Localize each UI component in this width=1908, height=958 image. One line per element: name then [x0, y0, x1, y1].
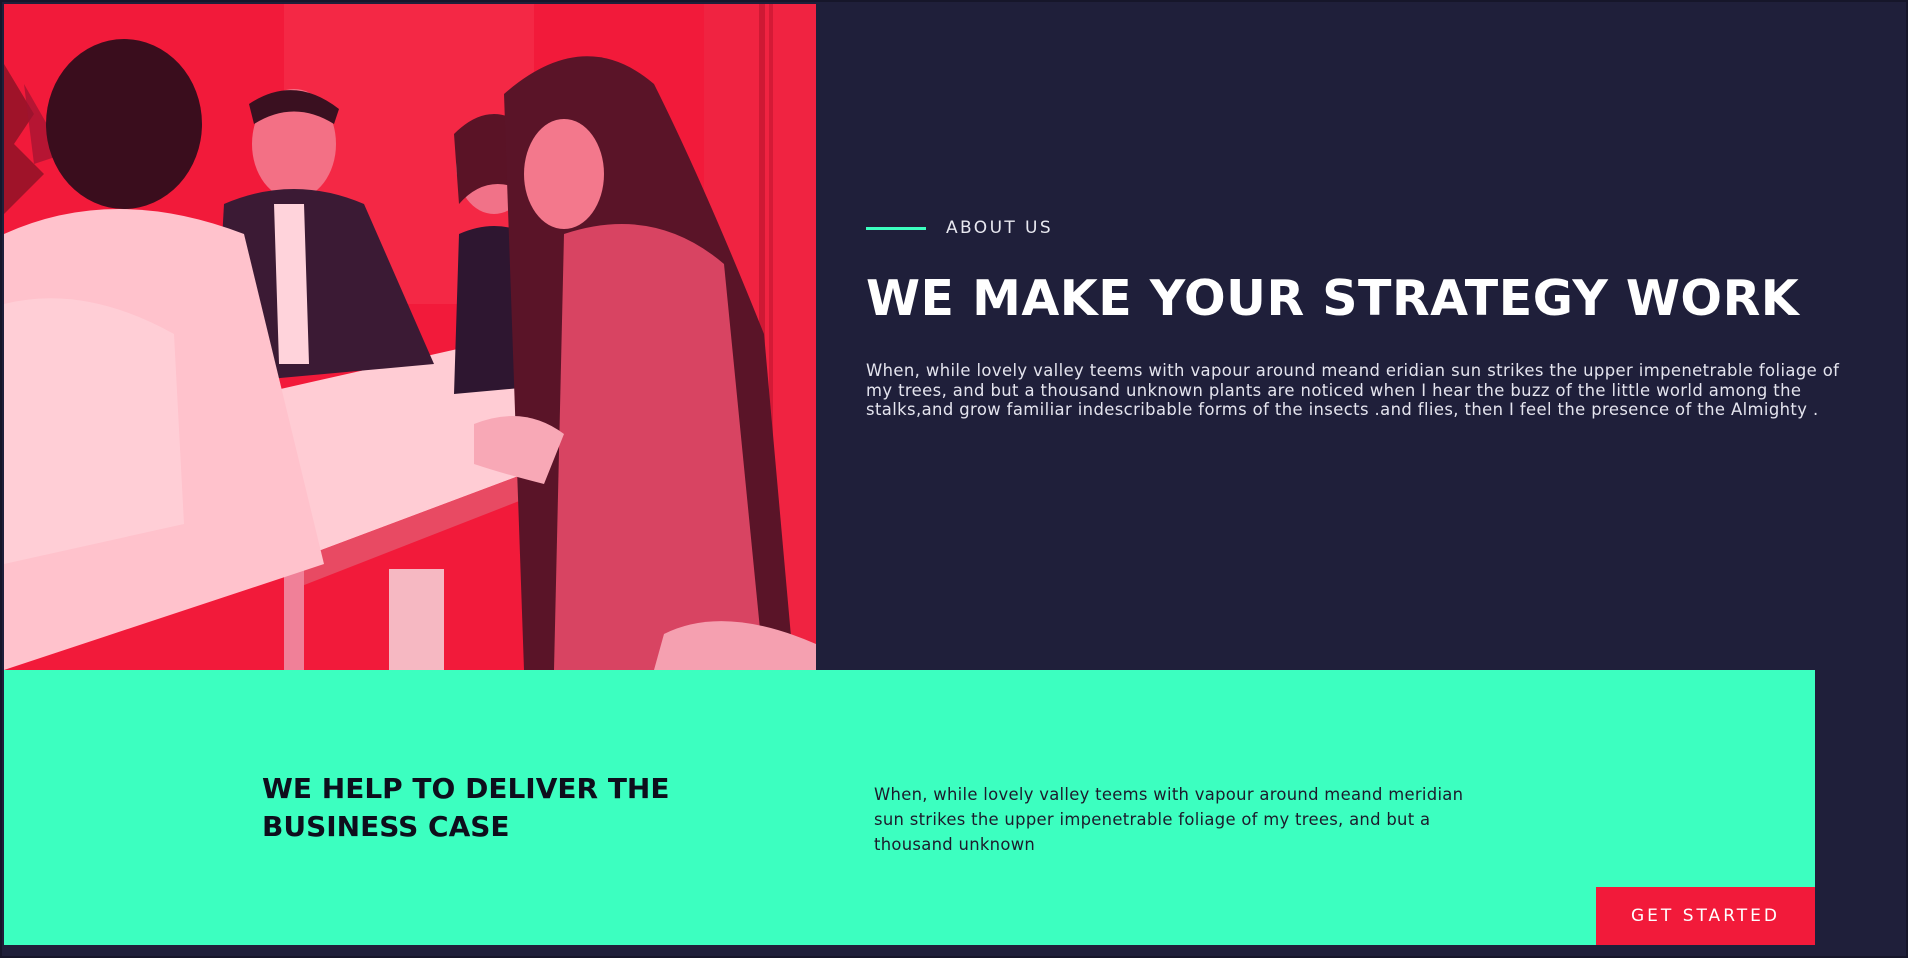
cta-band: WE HELP TO DELIVER THE BUSINESS CASE Whe…	[4, 670, 1815, 945]
cta-title: WE HELP TO DELIVER THE BUSINESS CASE	[262, 772, 670, 843]
about-accent-line	[866, 227, 926, 230]
section-label: ABOUT US	[946, 218, 1054, 238]
team-meeting-illustration	[4, 4, 816, 670]
about-description: When, while lovely valley teems with vap…	[866, 361, 1840, 419]
about-section-page: ABOUT US WE MAKE YOUR STRATEGY WORK When…	[0, 0, 1908, 958]
hero-team-image	[4, 4, 816, 670]
page-headline: WE MAKE YOUR STRATEGY WORK	[866, 270, 1800, 327]
cta-description: When, while lovely valley teems with vap…	[874, 785, 1464, 854]
get-started-button[interactable]: GET STARTED	[1596, 887, 1815, 945]
